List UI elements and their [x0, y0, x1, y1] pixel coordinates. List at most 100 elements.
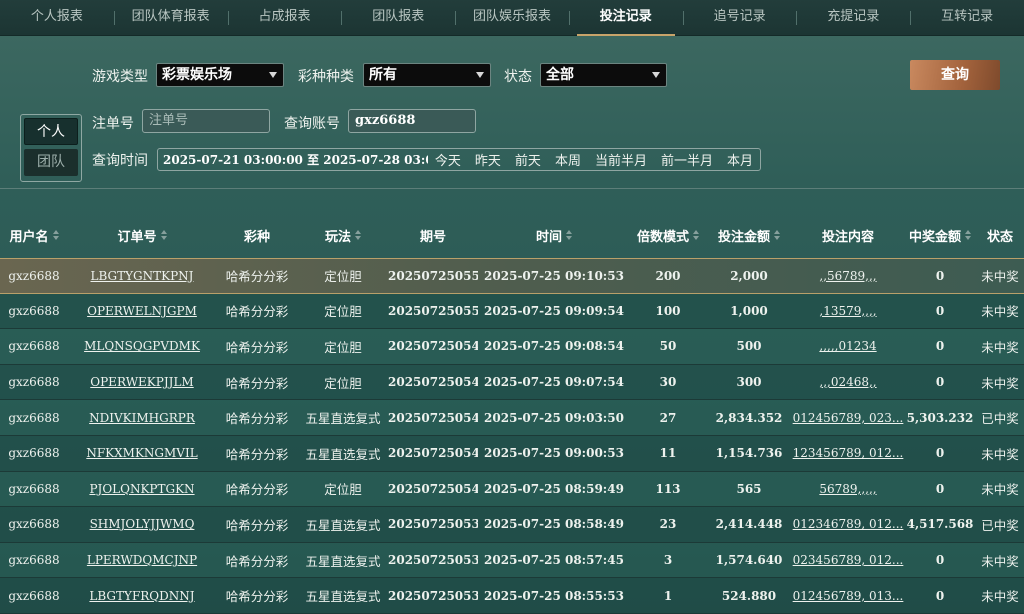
- table-cell: gxz6688: [8, 268, 60, 283]
- table-cell: 2025-07-25 09:03:50: [484, 410, 624, 425]
- bet-content-link[interactable]: 56789,,,,,: [792, 482, 904, 496]
- tab-7[interactable]: 充提记录: [796, 0, 910, 36]
- column-header[interactable]: 用户名: [0, 226, 68, 245]
- column-header[interactable]: 投注金额: [706, 226, 792, 245]
- table-cell: gxz6688: [8, 446, 60, 461]
- column-header[interactable]: 中奖金额: [904, 226, 976, 245]
- account-input[interactable]: gxz6688: [348, 109, 476, 133]
- scope-team-button[interactable]: 团队: [24, 149, 78, 176]
- bet-content-link[interactable]: 123456789, 012...: [792, 446, 904, 460]
- quick-range-button[interactable]: 昨天: [468, 150, 508, 169]
- tab-6[interactable]: 追号记录: [682, 0, 797, 36]
- bet-content-link[interactable]: 023456789, 012...: [792, 553, 904, 567]
- bet-content-link[interactable]: 012346789, 012...: [792, 517, 904, 531]
- quick-range-button[interactable]: 前天: [508, 150, 548, 169]
- table-cell: 1,574.640: [715, 553, 783, 568]
- quick-range-button[interactable]: 今天: [428, 150, 468, 169]
- column-header: 彩种: [216, 226, 298, 245]
- table-cell: gxz6688: [8, 410, 60, 425]
- tab-2[interactable]: 占成报表: [227, 0, 342, 36]
- sort-icon[interactable]: [693, 230, 699, 240]
- table-cell: 2025-07-25 08:57:45: [484, 553, 624, 568]
- tab-5[interactable]: 投注记录: [568, 0, 683, 36]
- table-row[interactable]: gxz6688 NDIVKIMHGRPR 哈希分分彩 五星直选复式 2025072505…: [0, 400, 1024, 436]
- quick-range-button[interactable]: 本月: [720, 150, 760, 169]
- column-header[interactable]: 玩法: [298, 226, 388, 245]
- column-header[interactable]: 时间: [478, 226, 630, 245]
- table-cell: 哈希分分彩: [225, 411, 289, 427]
- table-cell: 0: [935, 303, 945, 318]
- table-row[interactable]: gxz6688 OPERWELNJGPM 哈希分分彩 定位胆 202507250550 2…: [0, 293, 1024, 330]
- tab-3[interactable]: 团队报表: [341, 0, 455, 36]
- lottery-label: 彩种种类: [298, 69, 354, 85]
- table-row[interactable]: gxz6688 LPERWDQMCJNP 哈希分分彩 五星直选复式 2025072505…: [0, 542, 1024, 579]
- table-cell: 3: [663, 553, 673, 568]
- bet-content-link[interactable]: ,,,02468,,: [792, 375, 904, 389]
- game-type-select[interactable]: 彩票娱乐场: [156, 63, 284, 87]
- table-cell: 50: [659, 339, 677, 354]
- time-range-input[interactable]: 2025-07-21 03:00:00 至 2025-07-28 03:00:0…: [158, 151, 428, 168]
- table-cell: 0: [935, 339, 945, 354]
- order-number-input[interactable]: 注单号: [142, 109, 270, 133]
- order-number-link[interactable]: OPERWELNJGPM: [68, 304, 216, 318]
- sort-icon[interactable]: [52, 230, 59, 240]
- table-cell: 2,000: [730, 268, 768, 283]
- order-number-link[interactable]: LPERWDQMCJNP: [68, 553, 216, 567]
- order-number-link[interactable]: LBGTYGNTKPNJ: [68, 269, 216, 283]
- table-row[interactable]: gxz6688 LBGTYFRQDNNJ 哈希分分彩 五星直选复式 2025072505…: [0, 578, 1024, 614]
- table-cell: 五星直选复式: [305, 446, 381, 462]
- order-number-link[interactable]: NDIVKIMHGRPR: [68, 411, 216, 425]
- tab-4[interactable]: 团队娱乐报表: [455, 0, 569, 36]
- column-header-label: 倍数模式: [636, 229, 689, 245]
- column-header-label: 用户名: [9, 229, 49, 245]
- tab-0[interactable]: 个人报表: [0, 0, 114, 36]
- table-cell: 2025-07-25 09:10:53: [484, 268, 624, 283]
- status-select[interactable]: 全部: [540, 63, 667, 87]
- order-number-link[interactable]: LBGTYFRQDNNJ: [68, 589, 216, 603]
- query-button[interactable]: 查询: [910, 60, 1000, 90]
- quick-range-button[interactable]: 当前半月: [588, 150, 654, 169]
- quick-range-button[interactable]: 前一半月: [654, 150, 720, 169]
- bet-content-link[interactable]: ,,,,,01234: [792, 339, 904, 353]
- table-row[interactable]: gxz6688 SHMJOLYJJWMQ 哈希分分彩 五星直选复式 2025072505…: [0, 507, 1024, 543]
- table-cell: 202507250549: [388, 339, 478, 354]
- table-row[interactable]: gxz6688 OPERWEKPJJLM 哈希分分彩 定位胆 202507250548 2…: [0, 364, 1024, 401]
- table-cell: 哈希分分彩: [225, 304, 289, 320]
- quick-range-button[interactable]: 本周: [548, 150, 588, 169]
- column-header-label: 时间: [535, 229, 562, 245]
- table-row[interactable]: gxz6688 NFKXMKNGMVIL 哈希分分彩 五星直选复式 2025072505…: [0, 435, 1024, 472]
- column-header-label: 玩法: [324, 229, 351, 245]
- sort-icon[interactable]: [774, 230, 780, 240]
- table-header: 用户名 订单号 彩种 玩法 期号 时间 倍数模式 投注金额 投注内容 中奖金额 状态: [0, 212, 1024, 258]
- order-number-link[interactable]: MLQNSQGPVDMK: [68, 339, 216, 353]
- sort-icon[interactable]: [160, 230, 167, 240]
- table-cell: gxz6688: [8, 517, 60, 532]
- tab-1[interactable]: 团队体育报表: [113, 0, 228, 36]
- column-header-label: 彩种: [243, 229, 270, 245]
- table-cell: 2025-07-25 09:07:54: [484, 375, 624, 390]
- divider: [0, 188, 1024, 189]
- scope-personal-button[interactable]: 个人: [24, 118, 78, 145]
- sort-icon[interactable]: [965, 230, 971, 240]
- order-number-link[interactable]: OPERWEKPJJLM: [68, 375, 216, 389]
- bet-content-link[interactable]: 012456789, 023...: [792, 411, 904, 425]
- table-cell: gxz6688: [8, 553, 60, 568]
- tab-8[interactable]: 互转记录: [910, 0, 1024, 36]
- column-header[interactable]: 订单号: [68, 226, 216, 245]
- table-cell: 5,303.232: [906, 410, 974, 425]
- sort-icon[interactable]: [355, 230, 361, 240]
- bet-content-link[interactable]: 012456789, 013...: [792, 589, 904, 603]
- order-number-link[interactable]: PJOLQNKPTGKN: [68, 482, 216, 496]
- bet-content-link[interactable]: ,,56789,,,: [792, 269, 904, 283]
- bet-content-link[interactable]: ,13579,,,,: [792, 304, 904, 318]
- column-header[interactable]: 倍数模式: [630, 226, 706, 245]
- table-row[interactable]: gxz6688 PJOLQNKPTGKN 哈希分分彩 定位胆 202507250540 2…: [0, 471, 1024, 508]
- game-type-label: 游戏类型: [92, 69, 148, 85]
- sort-icon[interactable]: [566, 230, 572, 240]
- lottery-select[interactable]: 所有: [363, 63, 491, 87]
- order-number-link[interactable]: NFKXMKNGMVIL: [68, 446, 216, 460]
- order-number-link[interactable]: SHMJOLYJJWMQ: [68, 517, 216, 531]
- table-cell: 定位胆: [324, 375, 362, 391]
- table-row[interactable]: gxz6688 LBGTYGNTKPNJ 哈希分分彩 定位胆 202507250551 2…: [0, 258, 1024, 294]
- table-row[interactable]: gxz6688 MLQNSQGPVDMK 哈希分分彩 定位胆 202507250549 2…: [0, 329, 1024, 365]
